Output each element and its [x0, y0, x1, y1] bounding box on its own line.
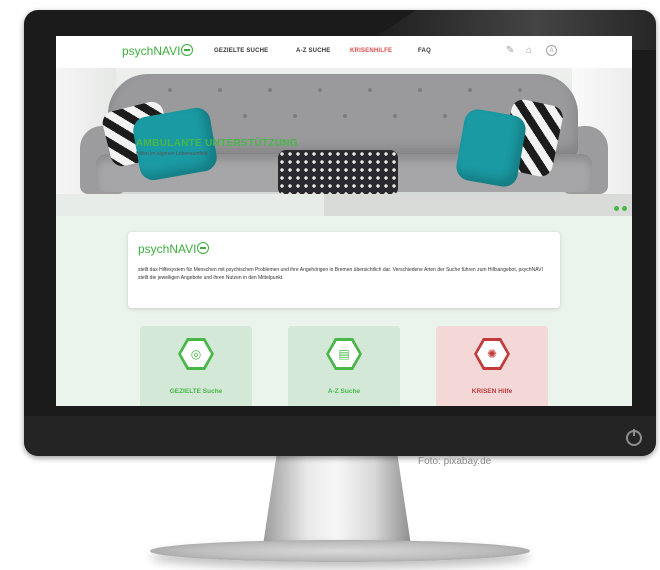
- card-label: A-Z Suche: [327, 388, 361, 395]
- site-logo[interactable]: psychNAVI: [122, 44, 194, 58]
- slider-dot[interactable]: [622, 206, 627, 211]
- monitor-stand-neck: [262, 452, 412, 552]
- card-gezielte-suche[interactable]: ◎ GEZIELTE Suche: [140, 326, 252, 406]
- photo-credit: Foto: pixabay.de: [418, 456, 492, 467]
- pencil-icon[interactable]: ✎: [506, 45, 514, 56]
- monitor-chin: [24, 416, 656, 456]
- intro-text: stellt das Hilfesystem für Menschen mit …: [138, 267, 543, 281]
- hero-subtitle: Hilfen im eigenen Lebensumfeld: [136, 151, 208, 157]
- intro-logo-text: psychNAVI: [138, 242, 197, 256]
- hero-title: AMBULANTE UNTERSTÜTZUNG: [136, 138, 298, 149]
- monitor-stand-base: [150, 540, 530, 562]
- target-icon: ◎: [190, 347, 202, 361]
- nav-item-krisenhilfe[interactable]: KRISENHILFE: [350, 48, 392, 54]
- alarm-light-icon: ✺: [486, 347, 498, 361]
- nav-item-a-z-suche[interactable]: A-Z SUCHE: [296, 48, 330, 54]
- hero-caption-band: [56, 194, 324, 216]
- card-label: GEZIELTE Suche: [169, 388, 223, 395]
- logo-compass-icon: [197, 242, 210, 254]
- pillow-teal-right: [454, 107, 528, 189]
- logo-compass-icon: [181, 44, 194, 56]
- top-navigation: psychNAVI GEZIELTE SUCHE A-Z SUCHE KRISE…: [56, 36, 632, 68]
- nav-item-faq[interactable]: FAQ: [418, 48, 431, 54]
- intro-panel: psychNAVI stellt das Hilfesystem für Men…: [128, 232, 560, 308]
- slider-dot[interactable]: [614, 206, 619, 211]
- language-icon[interactable]: A: [546, 45, 557, 56]
- website-screen: psychNAVI GEZIELTE SUCHE A-Z SUCHE KRISE…: [56, 36, 632, 406]
- card-a-z-suche[interactable]: ▤ A-Z Suche: [288, 326, 400, 406]
- logo-text: psychNAVI: [122, 44, 181, 58]
- power-icon[interactable]: [626, 429, 642, 446]
- pillow-patterned-center: [278, 150, 398, 196]
- card-label: KRISEN Hilfe: [471, 388, 513, 395]
- home-icon[interactable]: ⌂: [526, 45, 532, 56]
- nav-item-gezielte-suche[interactable]: GEZIELTE SUCHE: [214, 48, 268, 54]
- book-icon: ▤: [338, 347, 350, 361]
- card-krisen-hilfe[interactable]: ✺ KRISEN Hilfe: [436, 326, 548, 406]
- intro-logo: psychNAVI: [138, 242, 210, 256]
